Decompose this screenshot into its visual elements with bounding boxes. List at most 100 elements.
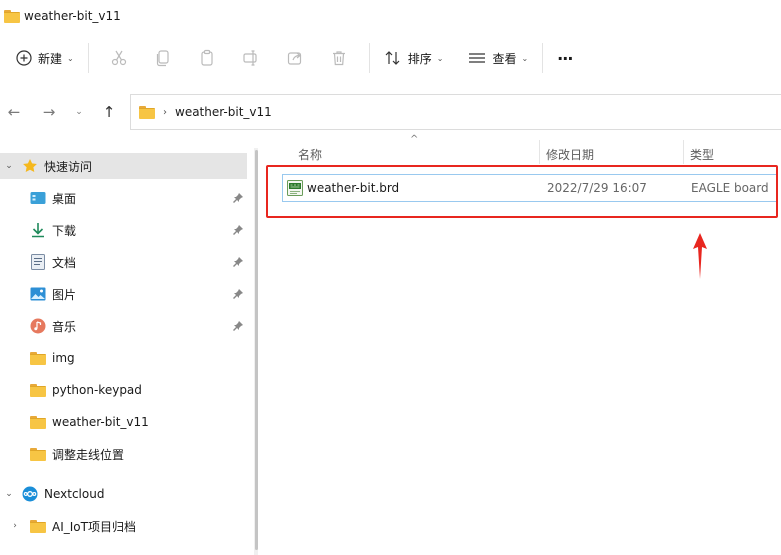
recent-locations-button[interactable]: ⌄: [67, 100, 91, 124]
view-lines-icon: [469, 53, 486, 63]
folder-icon: [4, 10, 20, 23]
sidebar-item-adjust-routing[interactable]: 调整走线位置: [0, 441, 247, 467]
chevron-down-icon: ⌄: [67, 53, 74, 63]
delete-button[interactable]: [323, 42, 355, 74]
breadcrumb-separator-icon: ›: [163, 106, 167, 118]
plus-circle-icon: [16, 50, 32, 66]
sort-icon: [385, 51, 400, 65]
rename-button[interactable]: [235, 42, 267, 74]
chevron-down-icon: ⌄: [521, 53, 529, 63]
new-button-label: 新建: [38, 51, 63, 66]
more-options-button[interactable]: ···: [551, 42, 578, 74]
new-button[interactable]: 新建 ⌄: [10, 42, 80, 74]
navigation-bar: ← → ⌄ ↑ › weather-bit_v11: [0, 92, 781, 132]
sidebar-item-python-keypad[interactable]: python-keypad: [0, 377, 247, 403]
view-button-label: 查看: [492, 51, 517, 66]
back-button[interactable]: ←: [2, 100, 26, 124]
sidebar-item-weather-bit-v11[interactable]: weather-bit_v11: [0, 409, 247, 435]
sidebar-item-label: Nextcloud: [44, 487, 105, 501]
red-arrow-icon: [693, 233, 707, 279]
folder-icon: [30, 414, 46, 430]
toolbar-divider: [87, 43, 89, 73]
highlight-box: [266, 165, 778, 218]
copy-icon: [156, 50, 169, 67]
sidebar-item-documents[interactable]: 文档: [0, 249, 247, 275]
desktop-icon: [30, 190, 46, 206]
star-icon: [22, 158, 38, 174]
toolbar-divider: [368, 43, 370, 73]
breadcrumb-item[interactable]: weather-bit_v11: [175, 105, 272, 119]
sidebar-item-label: AI_IoT项目归档: [52, 519, 136, 534]
trash-icon: [332, 51, 345, 66]
sidebar-item-label: img: [52, 351, 75, 365]
chevron-down-icon: ⌄: [75, 107, 83, 117]
sidebar-item-label: 快速访问: [44, 159, 93, 174]
cut-button[interactable]: [103, 42, 135, 74]
sidebar-item-label: 图片: [52, 287, 77, 302]
view-button[interactable]: 查看 ⌄: [462, 42, 534, 74]
column-header-name[interactable]: 名称: [298, 146, 322, 163]
folder-icon: [30, 518, 46, 534]
document-icon: [30, 254, 46, 270]
rename-icon: [243, 50, 257, 66]
sidebar-item-label: 调整走线位置: [52, 447, 125, 462]
pin-icon[interactable]: [232, 192, 244, 204]
pin-icon[interactable]: [232, 256, 244, 268]
scissors-icon: [111, 50, 126, 66]
navigation-pane: ⌄ 快速访问 桌面 下载 文档 图片 音乐 img python-keypad …: [0, 140, 250, 555]
forward-button[interactable]: →: [37, 100, 61, 124]
folder-icon: [30, 446, 46, 462]
column-divider[interactable]: [539, 140, 540, 164]
column-header-type[interactable]: 类型: [690, 146, 714, 163]
chevron-down-icon: ⌄: [436, 53, 444, 63]
sidebar-item-label: python-keypad: [52, 383, 142, 397]
sidebar-scrollbar-thumb[interactable]: [255, 150, 258, 550]
sidebar-item-desktop[interactable]: 桌面: [0, 185, 247, 211]
sidebar-item-pictures[interactable]: 图片: [0, 281, 247, 307]
arrow-left-icon: ←: [7, 103, 21, 121]
window-title: weather-bit_v11: [24, 9, 121, 23]
arrow-right-icon: →: [42, 103, 56, 121]
more-options-icon: ···: [557, 48, 573, 68]
download-icon: [30, 222, 46, 238]
sidebar-item-img[interactable]: img: [0, 345, 247, 371]
pin-icon[interactable]: [232, 320, 244, 332]
share-button[interactable]: [279, 42, 311, 74]
sidebar-item-label: 音乐: [52, 319, 77, 334]
command-bar: 新建 ⌄ 排序 ⌄ 查看 ⌄ ···: [0, 32, 781, 84]
title-bar: weather-bit_v11: [0, 0, 781, 32]
sort-button[interactable]: 排序 ⌄: [378, 42, 450, 74]
chevron-down-icon[interactable]: ⌄: [4, 489, 14, 499]
toolbar-divider: [542, 43, 544, 73]
sidebar-item-label: 文档: [52, 255, 77, 270]
sidebar-item-music[interactable]: 音乐: [0, 313, 247, 339]
folder-icon: [30, 350, 46, 366]
sidebar-item-label: weather-bit_v11: [52, 415, 149, 429]
folder-icon: [30, 382, 46, 398]
picture-icon: [30, 286, 46, 302]
arrow-up-icon: ↑: [102, 103, 116, 121]
sort-up-icon: ^: [410, 134, 419, 145]
copy-button[interactable]: [147, 42, 179, 74]
address-bar[interactable]: › weather-bit_v11: [130, 94, 781, 130]
paste-button[interactable]: [191, 42, 223, 74]
chevron-right-icon[interactable]: ›: [10, 521, 20, 531]
sort-button-label: 排序: [407, 51, 432, 66]
sidebar-item-label: 桌面: [52, 191, 77, 206]
share-icon: [287, 52, 301, 65]
up-button[interactable]: ↑: [97, 100, 121, 124]
sidebar-item-nextcloud[interactable]: ⌄ Nextcloud: [0, 481, 247, 507]
sidebar-item-downloads[interactable]: 下载: [0, 217, 247, 243]
chevron-down-icon[interactable]: ⌄: [4, 161, 14, 171]
nextcloud-icon: [22, 486, 38, 502]
sidebar-item-label: 下载: [52, 223, 77, 238]
pin-icon[interactable]: [232, 288, 244, 300]
folder-icon: [139, 106, 155, 119]
sidebar-item-ai-iot-archive[interactable]: › AI_IoT项目归档: [0, 513, 247, 539]
pin-icon[interactable]: [232, 224, 244, 236]
column-header-modified[interactable]: 修改日期: [546, 146, 594, 163]
sidebar-item-quick-access[interactable]: ⌄ 快速访问: [0, 153, 247, 179]
clipboard-icon: [201, 49, 213, 66]
column-divider[interactable]: [683, 140, 684, 164]
toolbar-divider: [455, 43, 456, 73]
